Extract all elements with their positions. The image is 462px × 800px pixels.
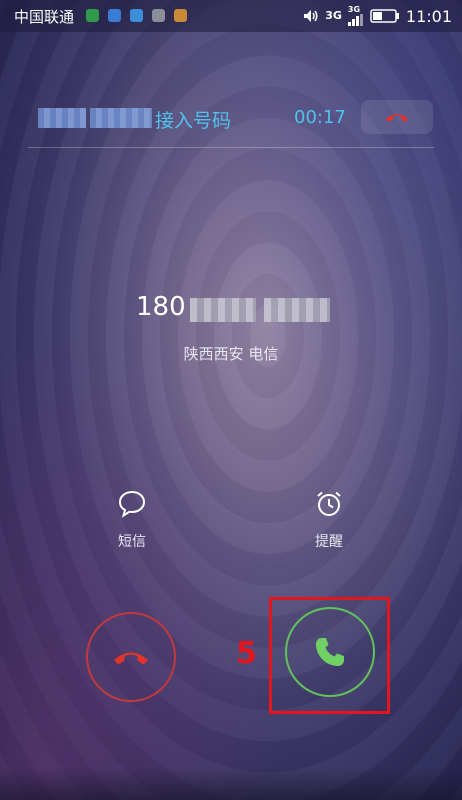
status-indicators: 3G 3G 11:01 bbox=[303, 5, 452, 27]
blurred-number-part-1 bbox=[190, 298, 256, 322]
call-waiting-row[interactable]: 接入号码 00:17 bbox=[28, 98, 434, 138]
photo-notification-icon bbox=[152, 9, 165, 22]
status-time: 11:01 bbox=[405, 6, 452, 26]
hang-up-icon bbox=[386, 114, 408, 122]
signal-bars-icon bbox=[347, 14, 363, 26]
contacts-notification-icon bbox=[174, 9, 187, 22]
answer-call-button[interactable] bbox=[285, 607, 375, 697]
remind-me-button[interactable]: 提醒 bbox=[289, 489, 369, 553]
call-duration: 00:17 bbox=[294, 107, 346, 128]
step-number-annotation: 5 bbox=[236, 636, 257, 671]
decline-call-button[interactable] bbox=[86, 612, 176, 702]
network-type-label: 3G bbox=[325, 9, 342, 22]
phone-notification-icon bbox=[86, 9, 99, 22]
caller-number: 180 bbox=[0, 292, 462, 332]
remind-me-label: 提醒 bbox=[315, 534, 343, 550]
medical-notification-icon bbox=[108, 9, 121, 22]
caller-number-prefix: 180 bbox=[136, 292, 186, 322]
message-notification-icon bbox=[130, 9, 143, 22]
incoming-call-screen: 中国联通 3G 3G 11:01 接入号码 00:17 180 陕西西安 电信 … bbox=[0, 0, 462, 800]
signal-group: 3G bbox=[347, 5, 364, 26]
speaker-icon bbox=[304, 10, 318, 22]
alarm-clock-icon bbox=[317, 491, 341, 516]
carrier-name: 中国联通 bbox=[14, 8, 75, 26]
sms-reply-label: 短信 bbox=[118, 534, 146, 550]
status-bar: 中国联通 3G 3G 11:01 bbox=[0, 0, 462, 32]
sms-reply-button[interactable]: 短信 bbox=[92, 489, 172, 553]
blurred-caller-name bbox=[38, 108, 86, 128]
caller-location: 陕西西安 电信 bbox=[183, 345, 279, 363]
bottom-shade bbox=[0, 768, 462, 800]
divider bbox=[28, 147, 434, 148]
network-type-label-small: 3G bbox=[347, 5, 361, 14]
blurred-number-part-2 bbox=[264, 298, 330, 322]
blurred-caller-name-2 bbox=[90, 108, 152, 128]
phone-icon bbox=[316, 638, 344, 666]
hang-up-icon bbox=[114, 652, 148, 665]
end-current-call-button[interactable] bbox=[361, 100, 433, 134]
message-bubble-icon bbox=[118, 490, 146, 518]
battery-icon bbox=[370, 9, 399, 23]
call-waiting-label: 接入号码 bbox=[155, 110, 232, 132]
